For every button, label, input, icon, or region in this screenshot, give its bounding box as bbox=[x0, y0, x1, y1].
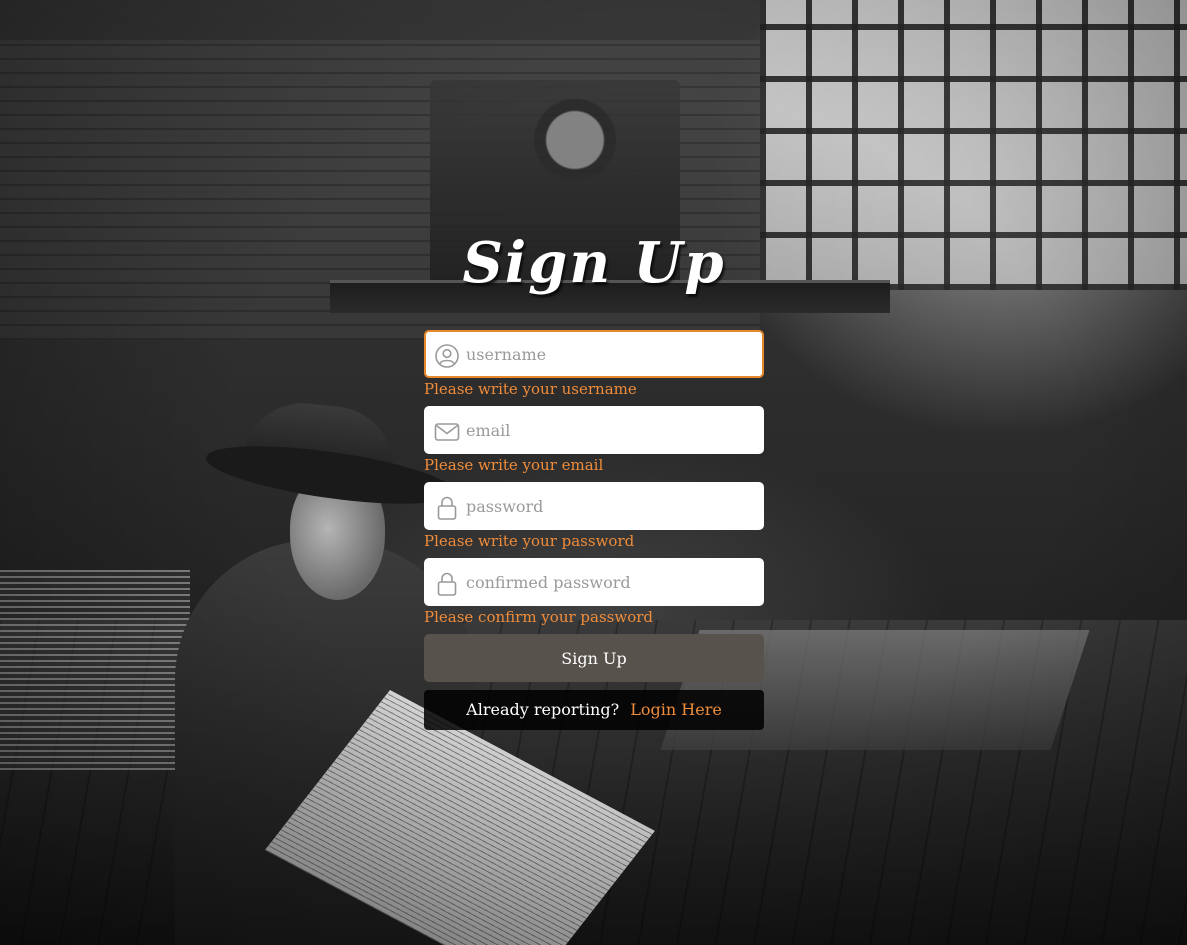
email-field[interactable] bbox=[424, 406, 764, 454]
login-prompt-row: Already reporting? Login Here bbox=[424, 690, 764, 730]
login-prompt-text: Already reporting? bbox=[466, 700, 620, 719]
password-input[interactable] bbox=[466, 484, 754, 528]
email-error: Please write your email bbox=[424, 456, 604, 474]
confirm-password-error: Please confirm your password bbox=[424, 608, 653, 626]
envelope-icon bbox=[434, 423, 460, 441]
login-link[interactable]: Login Here bbox=[630, 700, 722, 719]
confirm-password-input[interactable] bbox=[466, 560, 754, 604]
username-input[interactable] bbox=[466, 332, 754, 376]
user-circle-icon bbox=[435, 344, 459, 368]
sign-up-button[interactable]: Sign Up bbox=[424, 634, 764, 682]
email-input[interactable] bbox=[466, 408, 754, 452]
confirm-password-field[interactable] bbox=[424, 558, 764, 606]
lock-icon bbox=[437, 572, 457, 596]
signup-form: Please write your username Please write … bbox=[424, 330, 764, 730]
username-error: Please write your username bbox=[424, 380, 637, 398]
password-error: Please write your password bbox=[424, 532, 635, 550]
lock-icon bbox=[437, 496, 457, 520]
username-field[interactable] bbox=[424, 330, 764, 378]
page-title: Sign Up bbox=[462, 230, 726, 296]
password-field[interactable] bbox=[424, 482, 764, 530]
